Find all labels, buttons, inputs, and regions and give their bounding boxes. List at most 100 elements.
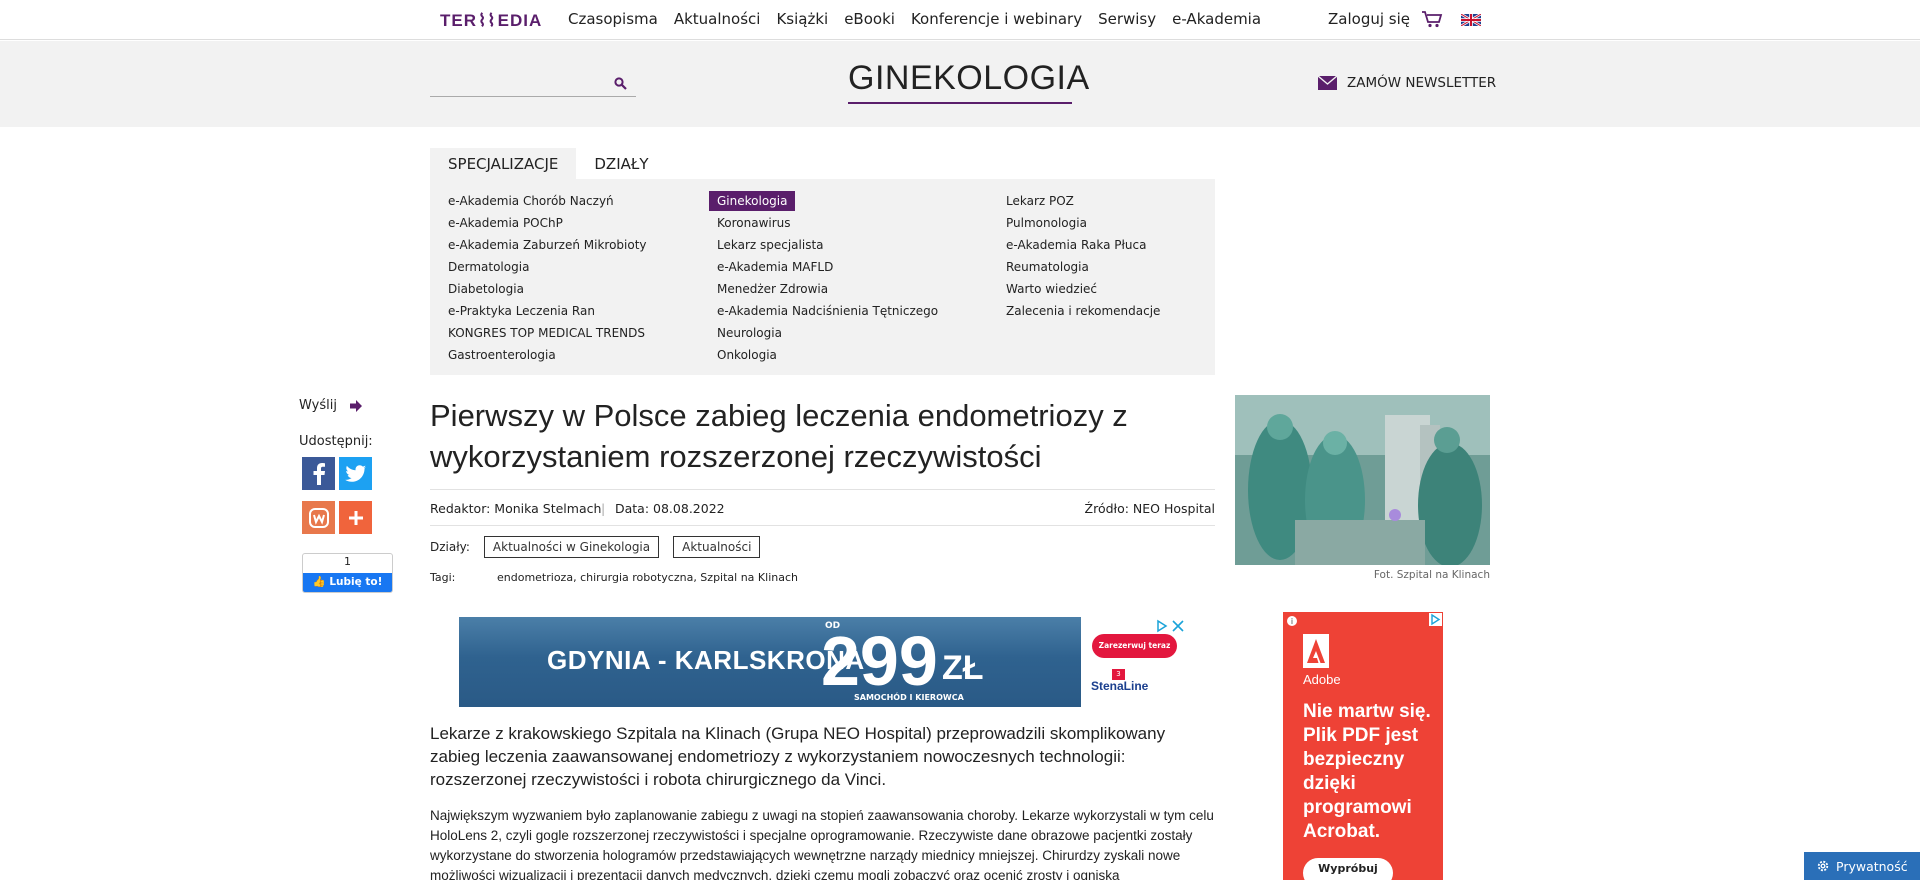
- spec-item[interactable]: Lekarz specjalista: [717, 234, 938, 256]
- menu-item-e-akademia[interactable]: e-Akademia: [1172, 10, 1261, 28]
- facebook-icon: [313, 462, 325, 485]
- spec-item[interactable]: Reumatologia: [1006, 256, 1160, 278]
- article-photo[interactable]: [1235, 395, 1490, 565]
- ad-route: GDYNIA - KARLSKRONA: [547, 645, 865, 675]
- spec-item[interactable]: e-Akademia POChP: [448, 212, 647, 234]
- spec-item[interactable]: e-Akademia Raka Płuca: [1006, 234, 1160, 256]
- spec-item[interactable]: Pulmonologia: [1006, 212, 1160, 234]
- tab-dzialy[interactable]: DZIAŁY: [576, 148, 666, 179]
- menu-item-ebooki[interactable]: eBooki: [844, 10, 895, 28]
- department-tag[interactable]: Aktualności: [673, 536, 761, 558]
- send-link[interactable]: Wyślij: [299, 398, 399, 413]
- spec-column-3: Lekarz POZ Pulmonologia e-Akademia Raka …: [1006, 190, 1160, 322]
- plus-icon: [348, 510, 363, 525]
- ad-choices-icon[interactable]: [1155, 619, 1169, 633]
- ad-brand: StenaLine: [1091, 679, 1149, 693]
- privacy-button[interactable]: Prywatność: [1804, 852, 1920, 880]
- send-label: Wyślij: [299, 398, 337, 413]
- spec-item[interactable]: Diabetologia: [448, 278, 647, 300]
- share-label: Udostępnij:: [299, 434, 373, 449]
- spec-item[interactable]: Koronawirus: [717, 212, 938, 234]
- ad-cta-button[interactable]: Wypróbuj bezpłatnie: [1303, 858, 1393, 880]
- spec-item[interactable]: e-Akademia Nadciśnienia Tętniczego: [717, 300, 938, 322]
- spec-item[interactable]: KONGRES TOP MEDICAL TRENDS: [448, 322, 647, 344]
- share-buttons-row-2: [302, 501, 372, 534]
- meta-separator: |: [601, 501, 606, 516]
- twitter-share-button[interactable]: [339, 457, 372, 490]
- spec-item[interactable]: Warto wiedzieć: [1006, 278, 1160, 300]
- spec-item[interactable]: e-Akademia Zaburzeń Mikrobioty: [448, 234, 647, 256]
- spec-item[interactable]: Onkologia: [717, 344, 938, 366]
- tab-specjalizacje[interactable]: SPECJALIZACJE: [430, 148, 577, 179]
- spec-item[interactable]: Menedżer Zdrowia: [717, 278, 938, 300]
- thumbs-up-icon: 👍: [312, 576, 326, 588]
- menu-item-konferencje[interactable]: Konferencje i webinary: [911, 10, 1082, 28]
- termedia-logo[interactable]: TER⌇⌇EDIA: [440, 11, 542, 31]
- category-tabs: SPECJALIZACJE DZIAŁY: [430, 148, 666, 179]
- spec-item[interactable]: Dermatologia: [448, 256, 647, 278]
- surgery-photo-image: [1235, 395, 1490, 565]
- facebook-share-button[interactable]: [302, 457, 335, 490]
- top-navigation: TER⌇⌇EDIA Czasopisma Aktualności Książki…: [0, 0, 1920, 40]
- spec-item[interactable]: Neurologia: [717, 322, 938, 344]
- spec-item-active[interactable]: Ginekologia: [709, 190, 938, 212]
- spec-item-active-label: Ginekologia: [709, 191, 796, 211]
- tags-list[interactable]: endometrioza, chirurgia robotyczna, Szpi…: [497, 571, 798, 584]
- spec-item[interactable]: Gastroenterologia: [448, 344, 647, 366]
- wykop-icon: [308, 507, 329, 528]
- article-meta: Redaktor: Monika Stelmach | Data: 08.08.…: [430, 489, 1215, 526]
- login-link[interactable]: Zaloguj się: [1328, 10, 1410, 28]
- facebook-like-widget: 1 👍 Lubię to!: [302, 553, 393, 593]
- menu-item-aktualnosci[interactable]: Aktualności: [674, 10, 761, 28]
- newsletter-button[interactable]: ZAMÓW NEWSLETTER: [1318, 75, 1496, 91]
- ad-info-icon[interactable]: i: [1286, 615, 1298, 627]
- spec-item[interactable]: e-Akademia Chorób Naczyń: [448, 190, 647, 212]
- menu-item-ksiazki[interactable]: Książki: [776, 10, 828, 28]
- search-input[interactable]: [430, 71, 610, 95]
- section-title[interactable]: GINEKOLOGIA: [848, 59, 1089, 104]
- gear-icon: [1817, 860, 1829, 872]
- facebook-like-button[interactable]: 👍 Lubię to!: [303, 573, 392, 592]
- article-editor: Redaktor: Monika Stelmach: [430, 501, 602, 516]
- ad-cta-button[interactable]: Zarezerwuj teraz: [1092, 634, 1177, 658]
- ad-adobe[interactable]: i Adobe Nie martw się. Plik PDF jest bez…: [1283, 612, 1443, 880]
- spec-item[interactable]: e-Praktyka Leczenia Ran: [448, 300, 647, 322]
- article-source: Źródło: NEO Hospital: [1084, 501, 1215, 516]
- adobe-logo-icon: [1303, 634, 1329, 668]
- ad-price: 299: [821, 622, 938, 700]
- twitter-icon: [344, 464, 366, 482]
- section-header: GINEKOLOGIA ZAMÓW NEWSLETTER: [0, 41, 1920, 127]
- spec-item[interactable]: Lekarz POZ: [1006, 190, 1160, 212]
- article-title: Pierwszy w Polsce zabieg leczenia endome…: [430, 398, 1128, 474]
- departments-label: Działy:: [430, 540, 470, 554]
- tags-label: Tagi:: [430, 571, 456, 584]
- main-menu: Czasopisma Aktualności Książki eBooki Ko…: [568, 10, 1261, 28]
- arrow-right-icon: [349, 399, 362, 412]
- menu-item-serwisy[interactable]: Serwisy: [1098, 10, 1156, 28]
- ad-choices-icon[interactable]: [1429, 613, 1442, 626]
- logo-mark-icon: ⌇⌇: [478, 11, 497, 30]
- privacy-label: Prywatność: [1836, 858, 1908, 874]
- article-date: Data: 08.08.2022: [615, 501, 725, 516]
- menu-item-czasopisma[interactable]: Czasopisma: [568, 10, 658, 28]
- ad-text: Nie martw się. Plik PDF jest bezpieczny …: [1303, 701, 1431, 842]
- close-icon[interactable]: [1171, 619, 1185, 633]
- article: Pierwszy w Polsce zabieg leczenia endome…: [430, 395, 1215, 585]
- spec-item[interactable]: e-Akademia MAFLD: [717, 256, 938, 278]
- wykop-share-button[interactable]: [302, 501, 335, 534]
- spec-column-2: Ginekologia Koronawirus Lekarz specjalis…: [709, 190, 938, 366]
- search-icon[interactable]: [614, 77, 627, 90]
- more-share-button[interactable]: [339, 501, 372, 534]
- spec-column-1: e-Akademia Chorób Naczyń e-Akademia POCh…: [448, 190, 647, 366]
- ad-banner-stenaline[interactable]: GDYNIA - KARLSKRONA OD 299 ZŁ SAMOCHÓD I…: [459, 617, 1187, 707]
- cart-icon[interactable]: [1421, 10, 1443, 28]
- spec-item[interactable]: Zalecenia i rekomendacje: [1006, 300, 1160, 322]
- department-tag[interactable]: Aktualności w Ginekologia: [483, 536, 660, 558]
- uk-flag-icon[interactable]: [1461, 14, 1481, 26]
- article-departments: Działy: Aktualności w Ginekologia Aktual…: [430, 536, 1215, 558]
- share-sidebar: Wyślij Udostępnij: 1 👍 Lubię to!: [299, 398, 399, 593]
- share-buttons-row-1: [302, 457, 372, 490]
- ad-brand: Adobe: [1303, 672, 1341, 687]
- like-count: 1: [344, 555, 351, 568]
- ad-note: SAMOCHÓD I KIEROWCA: [854, 693, 964, 702]
